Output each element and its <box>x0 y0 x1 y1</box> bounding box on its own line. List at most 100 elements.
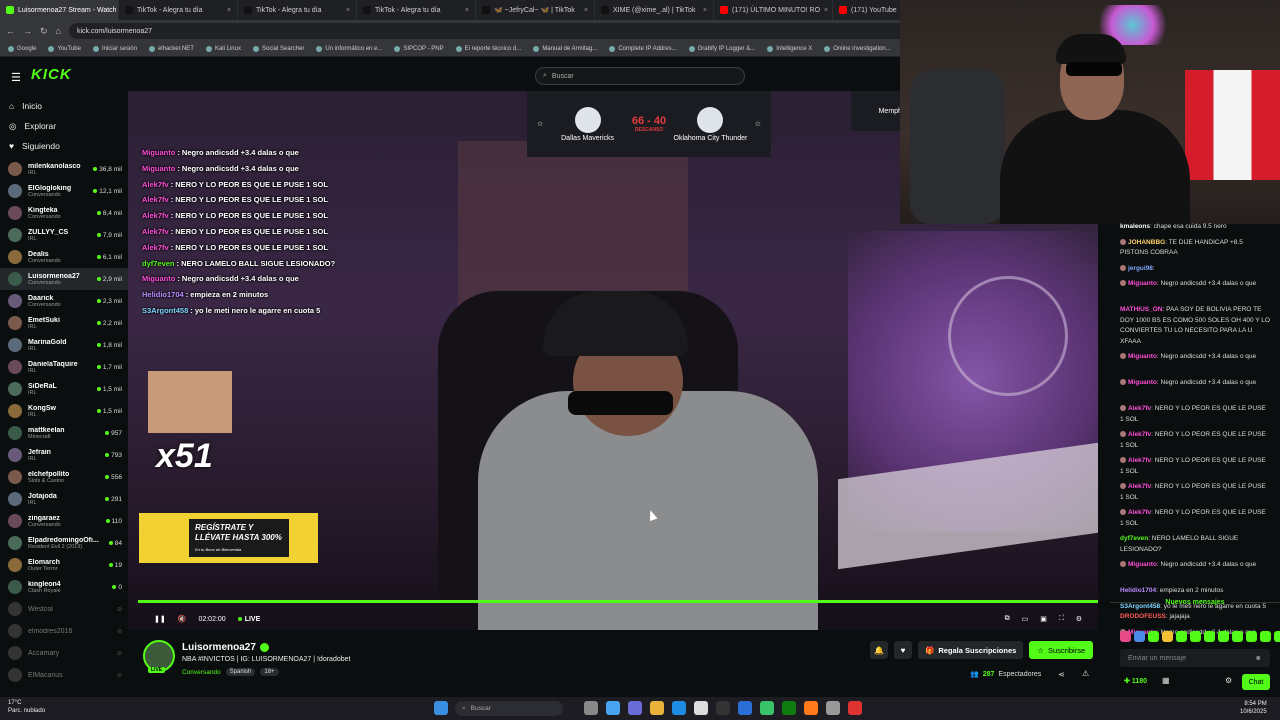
followed-channel[interactable]: Dealis Conversando 6,1 mil <box>0 246 128 268</box>
followed-channel[interactable]: KongSw IRL 1,5 mil <box>0 400 128 422</box>
emote-icon[interactable] <box>1232 631 1243 642</box>
followed-channel[interactable]: ElpadredomingoOfi... Resident Evil 2 (201… <box>0 532 128 554</box>
file-explorer-icon[interactable] <box>650 701 664 715</box>
stream-category[interactable]: Conversando <box>182 669 221 676</box>
search-input[interactable]: ⌕ Buscar <box>535 67 745 85</box>
tag-language[interactable]: Spanish <box>225 668 256 676</box>
edge-icon[interactable] <box>672 701 686 715</box>
chat-user[interactable]: MATHIUS_ON <box>1120 306 1163 313</box>
chat-user[interactable]: Alek7fv <box>1128 457 1151 464</box>
chat-user[interactable]: DRODOFEUSS <box>1120 613 1166 620</box>
browser-tab[interactable]: TikTok - Alegra tu día × <box>119 0 238 20</box>
emoji-icon[interactable]: ☻ <box>1255 655 1262 662</box>
followed-channel[interactable]: elchefpollito Slots & Casino 556 <box>0 466 128 488</box>
bookmark-item[interactable]: Iniciar sesión <box>92 46 137 52</box>
chrome-icon[interactable] <box>760 701 774 715</box>
tab-close-icon[interactable]: × <box>703 7 707 14</box>
chat-input[interactable]: Enviar un mensaje ☻ <box>1120 649 1270 667</box>
vscode-icon[interactable] <box>738 701 752 715</box>
clip-icon[interactable]: ⧉ <box>1005 615 1010 623</box>
chat-user[interactable]: Miguanto <box>1128 353 1157 360</box>
pause-icon[interactable]: ❚❚ <box>154 615 166 623</box>
task-view-icon[interactable] <box>584 701 598 715</box>
new-messages-divider[interactable]: Nuevos mensajes <box>1110 596 1280 609</box>
streamer-name[interactable]: Luisormenoa27 <box>182 642 256 653</box>
tab-close-icon[interactable]: × <box>227 7 231 14</box>
followed-channel[interactable]: Kingteka Conversando 8,4 mil <box>0 202 128 224</box>
followed-channel[interactable]: Accamary ⊘ <box>0 642 128 664</box>
fullscreen-icon[interactable]: ⛶ <box>1059 615 1064 623</box>
browser-tab[interactable]: TikTok - Alegra tu día × <box>357 0 476 20</box>
browser-tab[interactable]: Luisormenoa27 Stream - Watch× <box>0 0 119 20</box>
followed-channel[interactable]: MarinaGold IRL 1,8 mil <box>0 334 128 356</box>
windows-start-icon[interactable] <box>434 701 448 715</box>
bookmark-item[interactable]: YouTube <box>48 46 81 52</box>
app3-icon[interactable] <box>848 701 862 715</box>
followed-channel[interactable]: ZULLYY_CS IRL 7,9 mil <box>0 224 128 246</box>
emote-icon[interactable] <box>1246 631 1257 642</box>
chat-user[interactable]: JOHANBBG <box>1128 239 1165 246</box>
system-clock[interactable]: 8:54 PM 10/6/2025 <box>1240 700 1267 716</box>
pip-icon[interactable]: ▣ <box>1040 615 1047 623</box>
firefox-icon[interactable] <box>804 701 818 715</box>
emote-icon[interactable] <box>1204 631 1215 642</box>
bookmark-item[interactable]: Online investigation... <box>824 46 891 52</box>
followed-channel[interactable]: kingleon4 Clash Royale 0 <box>0 576 128 598</box>
followed-channel[interactable]: mattkeelan Minecraft 957 <box>0 422 128 444</box>
copilot-icon[interactable] <box>606 701 620 715</box>
emote-icon[interactable] <box>1148 631 1159 642</box>
emote-icon[interactable] <box>1134 631 1145 642</box>
sidebar-item-siguiendo[interactable]: ♥ Siguiendo <box>0 136 128 156</box>
bookmark-item[interactable]: elhacker.NET <box>148 46 194 52</box>
followed-channel[interactable]: EmetSuki IRL 2,2 mil <box>0 312 128 334</box>
chat-user[interactable]: Alek7fv <box>1128 509 1151 516</box>
chat-user[interactable]: Alek7fv <box>1128 431 1151 438</box>
chat-settings-icon[interactable]: ⚙ <box>1225 676 1232 685</box>
emote-icon[interactable] <box>1176 631 1187 642</box>
emote-icon[interactable] <box>1190 631 1201 642</box>
followed-channel[interactable]: milenkanolasco IRL 36,8 mil <box>0 158 128 180</box>
store-icon[interactable] <box>694 701 708 715</box>
chat-user[interactable]: Miguanto <box>1128 561 1157 568</box>
browser-tab[interactable]: TikTok - Alegra tu día × <box>238 0 357 20</box>
followed-channel[interactable]: Luisormenoa27 Conversando 2,9 mil <box>0 268 128 290</box>
bookmark-item[interactable]: Complete IP Addres... <box>609 46 677 52</box>
notification-button[interactable]: 🔔 <box>870 641 888 659</box>
bookmark-item[interactable]: Kali Linux <box>205 46 241 52</box>
tab-close-icon[interactable]: × <box>584 7 588 14</box>
calendar-icon[interactable]: ▦ <box>1162 676 1170 685</box>
chat-user[interactable]: jergui98 <box>1128 265 1153 272</box>
chat-user[interactable]: Alek7fv <box>1128 483 1151 490</box>
tab-close-icon[interactable]: × <box>465 7 469 14</box>
bookmark-item[interactable]: El reporte técnico d... <box>455 46 521 52</box>
chat-user[interactable]: dyf7even <box>1120 535 1148 542</box>
volume-icon[interactable]: 🔇 <box>178 615 187 623</box>
app2-icon[interactable] <box>826 701 840 715</box>
back-icon[interactable]: ← <box>6 26 15 36</box>
chat-user[interactable]: Miguanto <box>1128 280 1157 287</box>
chat-user[interactable]: Helidio1704 <box>1120 587 1156 594</box>
chat-user[interactable]: Alek7fv <box>1128 405 1151 412</box>
sidebar-item-inicio[interactable]: ⌂ Inicio <box>0 96 128 116</box>
tab-close-icon[interactable]: × <box>824 7 828 14</box>
live-indicator[interactable]: LIVE <box>237 616 260 623</box>
chat-send-button[interactable]: Chat <box>1242 674 1270 690</box>
bookmark-item[interactable]: Un informático en e... <box>316 46 382 52</box>
browser-tab[interactable]: (171) ÚLTIMO MINUTO! RO × <box>714 0 833 20</box>
emote-icon[interactable] <box>1162 631 1173 642</box>
emote-icon[interactable] <box>1120 631 1131 642</box>
followed-channel[interactable]: Jefrain IRL 793 <box>0 444 128 466</box>
bookmark-item[interactable]: Social Searcher <box>252 46 304 52</box>
followed-channel[interactable]: elmodres2016 ⊘ <box>0 620 128 642</box>
chat-user[interactable]: Miguanto <box>1128 379 1157 386</box>
share-icon[interactable]: ⋖ <box>1058 670 1065 679</box>
gift-subs-button[interactable]: 🎁 Regala Suscripciones <box>918 641 1024 659</box>
sidebar-item-explorar[interactable]: ◎ Explorar <box>0 116 128 136</box>
followed-channel[interactable]: ElGlogloking Conversando 12,1 mil <box>0 180 128 202</box>
followed-channel[interactable]: SiDeRaL IRL 1,5 mil <box>0 378 128 400</box>
settings-icon[interactable]: ⚙ <box>1076 615 1082 623</box>
followed-channel[interactable]: ElMacarius ⊘ <box>0 664 128 686</box>
browser-tab[interactable]: XIME (@xime_.al) | TikTok × <box>595 0 714 20</box>
followed-channel[interactable]: Jotajoda IRL 291 <box>0 488 128 510</box>
bookmark-item[interactable]: Intelligence X <box>767 46 812 52</box>
